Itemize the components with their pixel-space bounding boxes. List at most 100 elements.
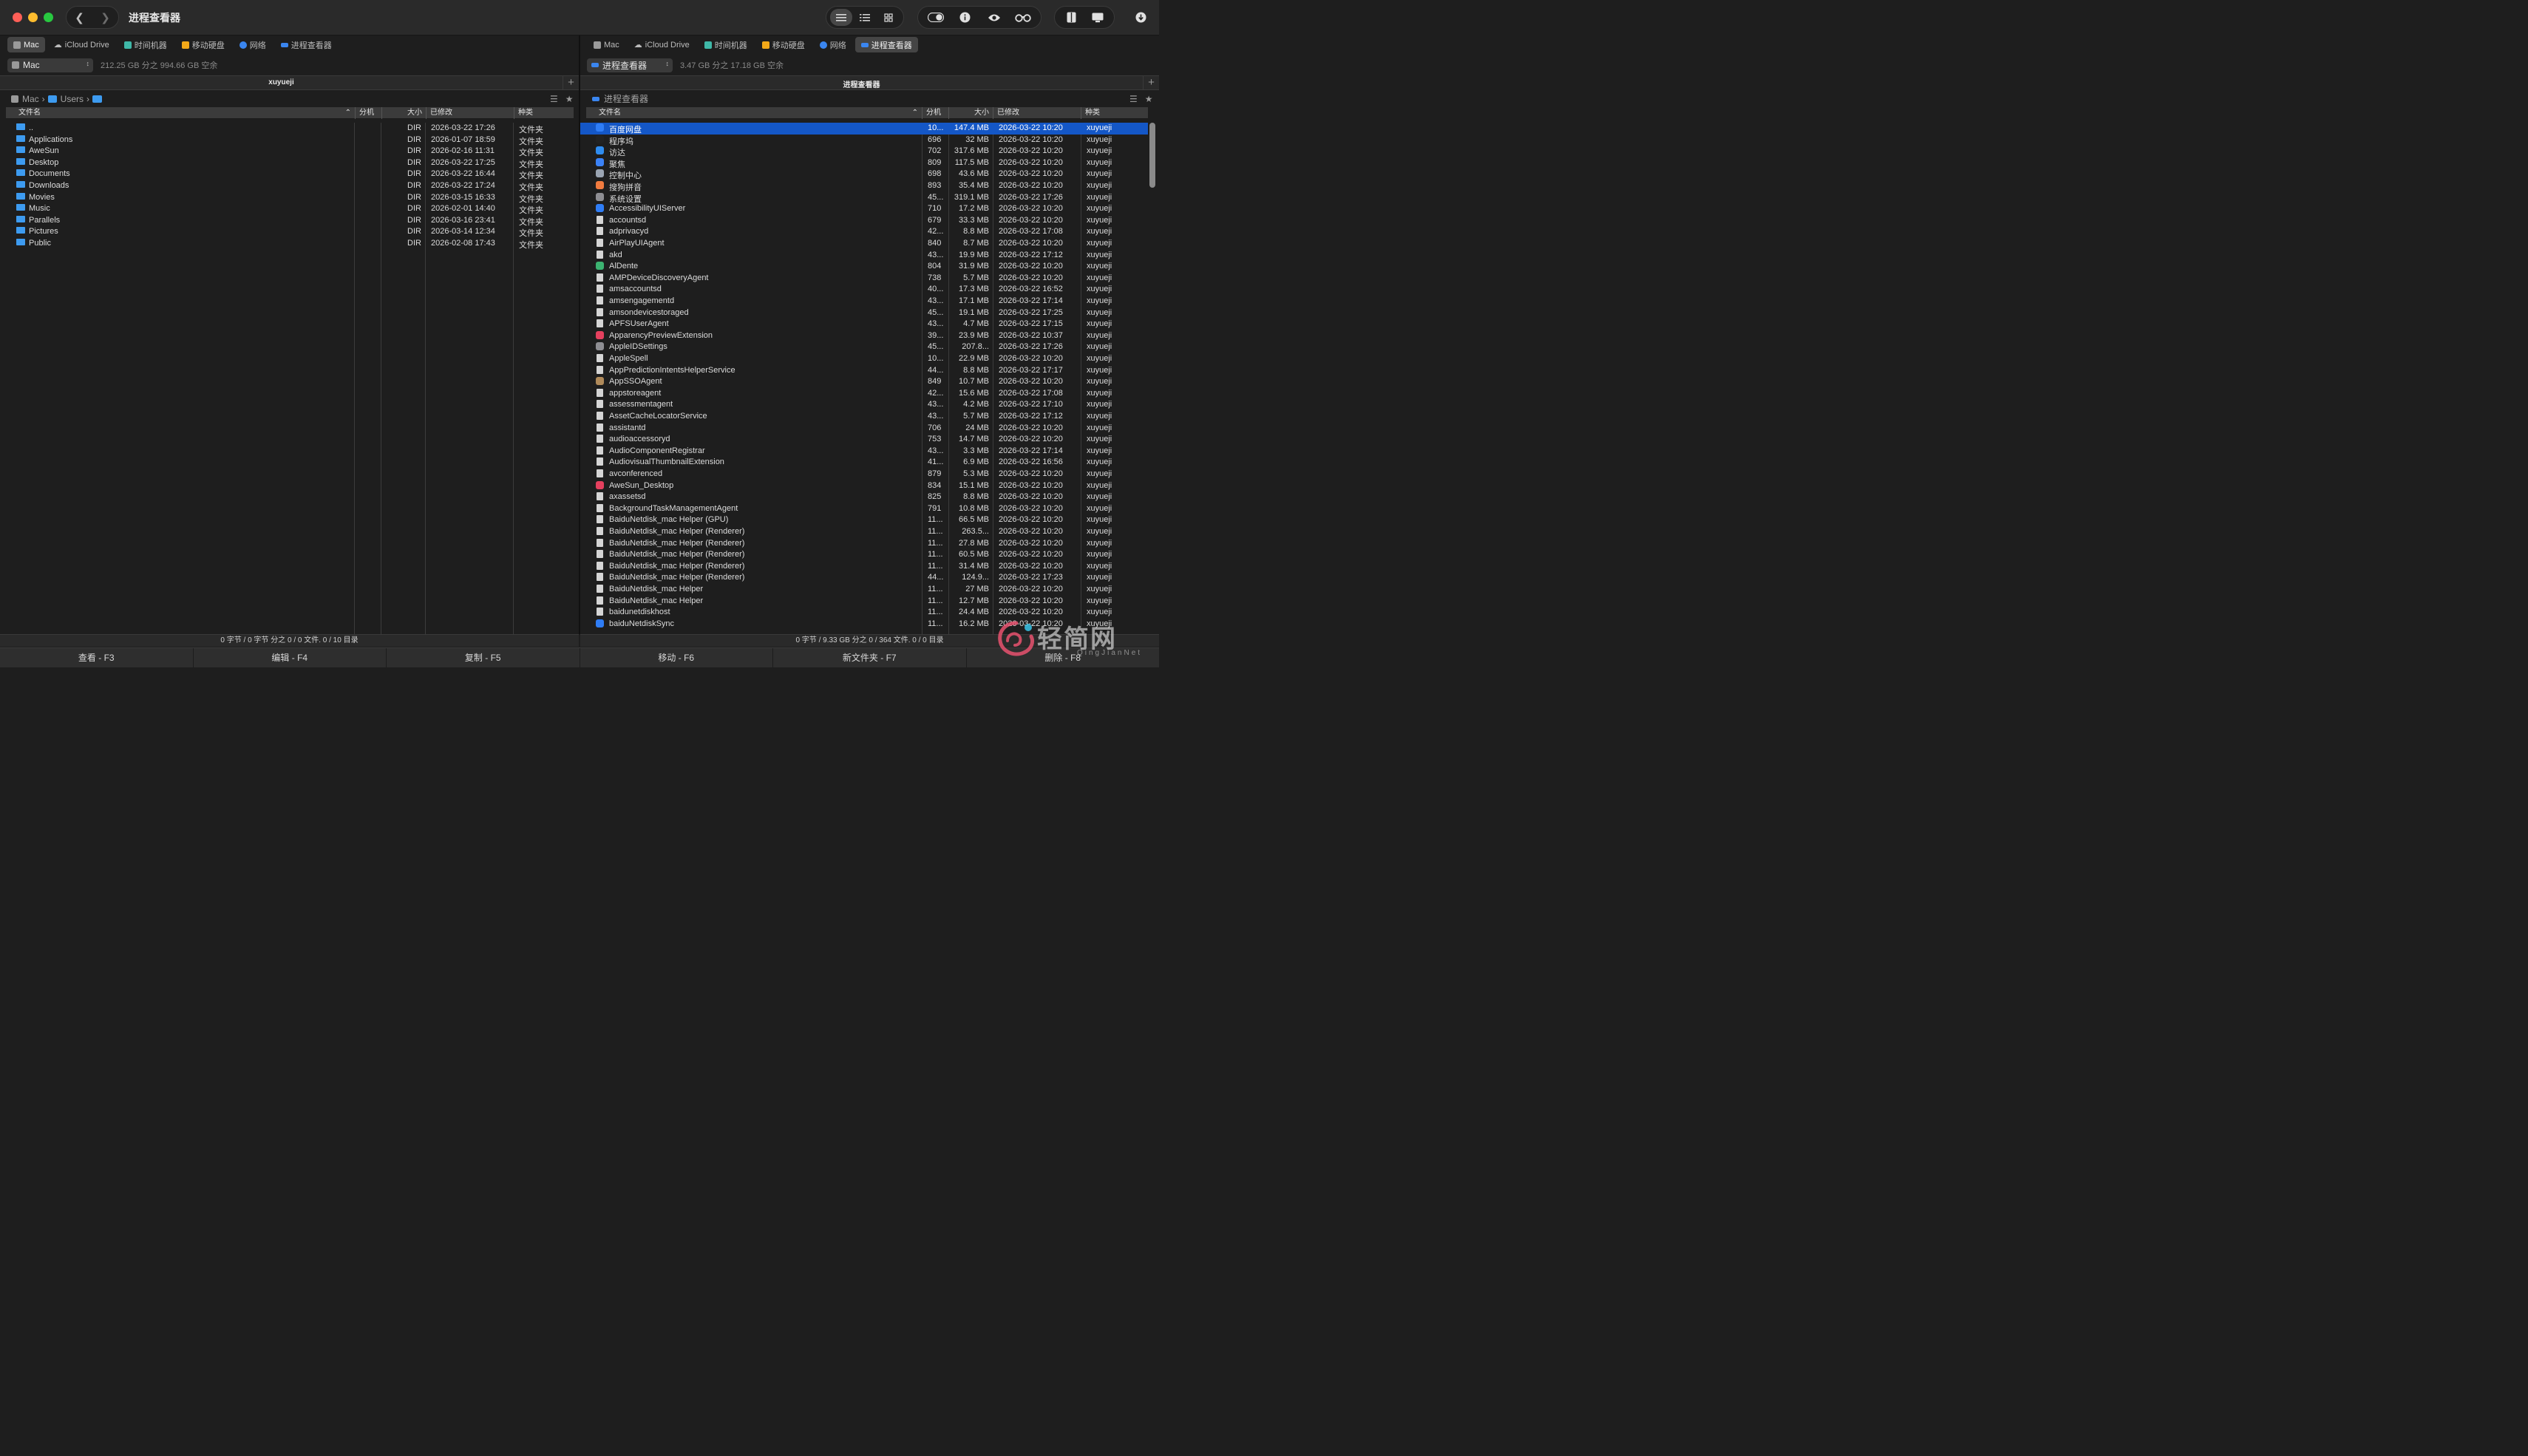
column-size[interactable]: 大小: [948, 107, 993, 119]
column-kind[interactable]: 种类: [1081, 107, 1148, 119]
table-row[interactable]: Public DIR 2026-02-08 17:43 文件夹: [0, 238, 579, 250]
table-row[interactable]: AlDente 804 31.9 MB 2026-03-22 10:20 xuyueji: [580, 261, 1148, 273]
right-tab-process[interactable]: 进程查看器: [854, 37, 918, 52]
view-f3-button[interactable]: 查看 - F3: [0, 648, 194, 667]
table-row[interactable]: AppleSpell 10... 22.9 MB 2026-03-22 10:20 xu…: [580, 353, 1148, 365]
table-row[interactable]: AppSSOAgent 849 10.7 MB 2026-03-22 10:20 xuy…: [580, 376, 1148, 388]
table-row[interactable]: axassetsd 825 8.8 MB 2026-03-22 10:20 xuyuej…: [580, 491, 1148, 503]
column-modified[interactable]: 已修改: [993, 107, 1081, 119]
right-tab-icloud[interactable]: ☁ iCloud Drive: [628, 37, 696, 52]
swap-panels-button[interactable]: [1060, 9, 1082, 26]
table-row[interactable]: assistantd 706 24 MB 2026-03-22 10:20 xuyuej…: [580, 423, 1148, 435]
copy-f5-button[interactable]: 复制 - F5: [387, 648, 580, 667]
column-kind[interactable]: 种类: [514, 107, 574, 119]
table-row[interactable]: AMPDeviceDiscoveryAgent 738 5.7 MB 2026-03-…: [580, 273, 1148, 285]
find-button[interactable]: [1012, 9, 1034, 26]
edit-f4-button[interactable]: 编辑 - F4: [194, 648, 387, 667]
star-icon[interactable]: ★: [565, 94, 574, 104]
table-row[interactable]: AweSun DIR 2026-02-16 11:31 文件夹: [0, 146, 579, 157]
right-tab-timemachine[interactable]: 时间机器: [699, 37, 753, 52]
info-button[interactable]: [954, 9, 976, 26]
table-row[interactable]: AweSun_Desktop 834 15.1 MB 2026-03-22 10:20…: [580, 480, 1148, 492]
table-row[interactable]: Pictures DIR 2026-03-14 12:34 文件夹: [0, 226, 579, 238]
table-row[interactable]: adprivacyd 42... 8.8 MB 2026-03-22 17:08 xuy…: [580, 226, 1148, 238]
column-ext[interactable]: 分机: [922, 107, 948, 119]
column-name[interactable]: 文件名 ⌃: [586, 107, 922, 119]
menu-icon[interactable]: ☰: [550, 94, 558, 104]
left-tab-process[interactable]: 进程查看器: [275, 37, 338, 52]
terminal-button[interactable]: [1087, 9, 1109, 26]
right-volume-select[interactable]: 进程查看器 ↕: [587, 58, 673, 72]
table-row[interactable]: assessmentagent 43... 4.2 MB 2026-03-22 17:…: [580, 399, 1148, 411]
table-row[interactable]: AudiovisualThumbnailExtension 41... 6.9 MB…: [580, 457, 1148, 469]
table-row[interactable]: Applications DIR 2026-01-07 18:59 文件夹: [0, 135, 579, 146]
left-tab-drive[interactable]: 移动硬盘: [176, 37, 231, 52]
forward-button[interactable]: ❯: [92, 7, 118, 28]
table-row[interactable]: audioaccessoryd 753 14.7 MB 2026-03-22 10:2…: [580, 434, 1148, 446]
pane-divider[interactable]: [579, 35, 580, 634]
table-row[interactable]: APFSUserAgent 43... 4.7 MB 2026-03-22 17:15…: [580, 319, 1148, 330]
table-row[interactable]: BaiduNetdisk_mac Helper 11... 12.7 MB 2026-…: [580, 596, 1148, 608]
breadcrumb-item[interactable]: Mac: [22, 94, 39, 104]
table-row[interactable]: Music DIR 2026-02-01 14:40 文件夹: [0, 203, 579, 215]
table-row[interactable]: amsondevicestoraged 45... 19.1 MB 2026-03-2…: [580, 307, 1148, 319]
table-row[interactable]: Downloads DIR 2026-03-22 17:24 文件夹: [0, 180, 579, 192]
table-row[interactable]: BaiduNetdisk_mac Helper (Renderer) 11... 2…: [580, 538, 1148, 550]
table-row[interactable]: akd 43... 19.9 MB 2026-03-22 17:12 xuyueji: [580, 250, 1148, 262]
table-row[interactable]: 聚焦 809 117.5 MB 2026-03-22 10:20 xuyueji: [580, 157, 1148, 169]
table-row[interactable]: Parallels DIR 2026-03-16 23:41 文件夹: [0, 215, 579, 227]
breadcrumb-item[interactable]: 进程查看器: [604, 92, 648, 105]
table-row[interactable]: BaiduNetdisk_mac Helper (Renderer) 44... 1…: [580, 572, 1148, 584]
right-new-tab-button[interactable]: +: [1143, 76, 1159, 90]
table-row[interactable]: AirPlayUIAgent 840 8.7 MB 2026-03-22 10:20 x…: [580, 238, 1148, 250]
left-tab-icloud[interactable]: ☁ iCloud Drive: [48, 37, 115, 52]
table-row[interactable]: Documents DIR 2026-03-22 16:44 文件夹: [0, 169, 579, 180]
table-row[interactable]: 程序坞 696 32 MB 2026-03-22 10:20 xuyueji: [580, 135, 1148, 146]
move-f6-button[interactable]: 移动 - F6: [580, 648, 773, 667]
right-tab-drive[interactable]: 移动硬盘: [756, 37, 811, 52]
table-row[interactable]: 访达 702 317.6 MB 2026-03-22 10:20 xuyueji: [580, 146, 1148, 157]
star-icon[interactable]: ★: [1145, 94, 1153, 104]
new-folder-f7-button[interactable]: 新文件夹 - F7: [773, 648, 967, 667]
table-row[interactable]: .. DIR 2026-03-22 17:26 文件夹: [0, 123, 579, 135]
column-ext[interactable]: 分机: [355, 107, 381, 119]
table-row[interactable]: AudioComponentRegistrar 43... 3.3 MB 2026-0…: [580, 446, 1148, 457]
table-row[interactable]: AssetCacheLocatorService 43... 5.7 MB 2026-…: [580, 411, 1148, 423]
detail-view-button[interactable]: [854, 9, 876, 26]
menu-icon[interactable]: ☰: [1129, 94, 1138, 104]
table-row[interactable]: BaiduNetdisk_mac Helper (Renderer) 11... 3…: [580, 561, 1148, 573]
right-scrollbar[interactable]: [1149, 123, 1155, 188]
table-row[interactable]: AppleIDSettings 45... 207.8... 2026-03-22 1…: [580, 341, 1148, 353]
table-row[interactable]: BaiduNetdisk_mac Helper (Renderer) 11... 6…: [580, 549, 1148, 561]
preview-button[interactable]: [983, 9, 1005, 26]
left-volume-select[interactable]: Mac ↕: [7, 58, 93, 72]
table-row[interactable]: accountsd 679 33.3 MB 2026-03-22 10:20 xuyue…: [580, 215, 1148, 227]
zoom-window-button[interactable]: [44, 13, 53, 22]
left-new-tab-button[interactable]: +: [563, 76, 579, 90]
table-row[interactable]: 搜狗拼音 893 35.4 MB 2026-03-22 10:20 xuyueji: [580, 180, 1148, 192]
back-button[interactable]: ❮: [67, 7, 92, 28]
table-row[interactable]: 系统设置 45... 319.1 MB 2026-03-22 17:26 xuyueji: [580, 192, 1148, 204]
grid-view-button[interactable]: [877, 9, 900, 26]
hidden-files-toggle[interactable]: [925, 9, 947, 26]
breadcrumb-item[interactable]: Users: [61, 94, 84, 104]
list-view-button[interactable]: [830, 9, 852, 26]
table-row[interactable]: Desktop DIR 2026-03-22 17:25 文件夹: [0, 157, 579, 169]
table-row[interactable]: BaiduNetdisk_mac Helper 11... 27 MB 2026-03…: [580, 584, 1148, 596]
right-tab-network[interactable]: 网络: [814, 37, 852, 52]
right-tab-mac[interactable]: Mac: [588, 37, 625, 52]
left-tab-network[interactable]: 网络: [234, 37, 272, 52]
minimize-window-button[interactable]: [28, 13, 38, 22]
table-row[interactable]: AppPredictionIntentsHelperService 44... 8.…: [580, 365, 1148, 377]
table-row[interactable]: amsengagementd 43... 17.1 MB 2026-03-22 17:…: [580, 296, 1148, 307]
column-size[interactable]: 大小: [381, 107, 426, 119]
column-name[interactable]: 文件名 ⌃: [6, 107, 355, 119]
table-row[interactable]: AccessibilityUIServer 710 17.2 MB 2026-03-2…: [580, 203, 1148, 215]
table-row[interactable]: BaiduNetdisk_mac Helper (Renderer) 11... 2…: [580, 526, 1148, 538]
table-row[interactable]: BaiduNetdisk_mac Helper (GPU) 11... 66.5 M…: [580, 514, 1148, 526]
table-row[interactable]: ApparencyPreviewExtension 39... 23.9 MB 202…: [580, 330, 1148, 342]
table-row[interactable]: BackgroundTaskManagementAgent 791 10.8 MB 2…: [580, 503, 1148, 515]
table-row[interactable]: 百度网盘 10... 147.4 MB 2026-03-22 10:20 xuyueji: [580, 123, 1148, 135]
table-row[interactable]: 控制中心 698 43.6 MB 2026-03-22 10:20 xuyueji: [580, 169, 1148, 180]
close-window-button[interactable]: [13, 13, 22, 22]
